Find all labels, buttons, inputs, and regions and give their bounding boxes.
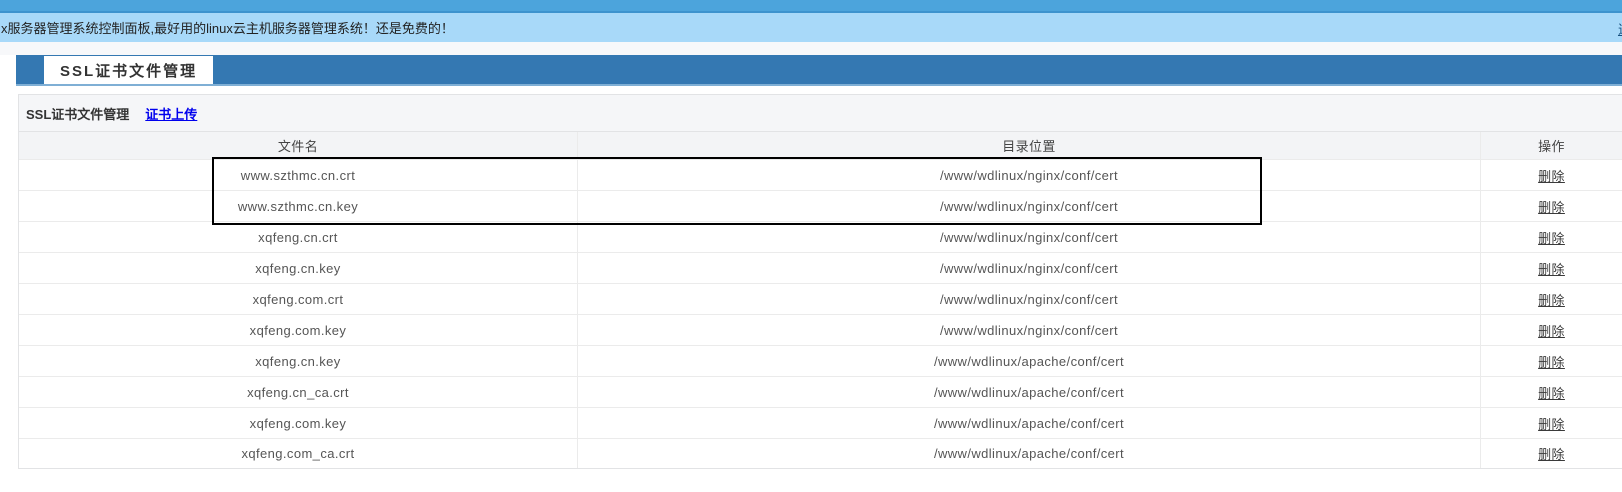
path-cell: /www/wdlinux/apache/conf/cert — [577, 346, 1481, 376]
delete-link[interactable]: 删除 — [1538, 444, 1565, 463]
path-cell: /www/wdlinux/apache/conf/cert — [577, 377, 1481, 407]
file-name-cell: www.szthmc.cn.crt — [19, 160, 577, 190]
file-name-cell: xqfeng.com.crt — [19, 284, 577, 314]
delete-link[interactable]: 删除 — [1538, 228, 1565, 247]
delete-link[interactable]: 删除 — [1538, 290, 1565, 309]
file-name-cell: xqfeng.cn.key — [19, 346, 577, 376]
delete-link[interactable]: 删除 — [1538, 166, 1565, 185]
table-row: www.szthmc.cn.key /www/wdlinux/nginx/con… — [19, 190, 1622, 221]
spacer — [0, 86, 1622, 94]
delete-link[interactable]: 删除 — [1538, 197, 1565, 216]
delete-link[interactable]: 删除 — [1538, 352, 1565, 371]
file-name-cell: xqfeng.cn_ca.crt — [19, 377, 577, 407]
table-row: xqfeng.com.key /www/wdlinux/nginx/conf/c… — [19, 314, 1622, 345]
file-name-cell: xqfeng.cn.crt — [19, 222, 577, 252]
path-cell: /www/wdlinux/nginx/conf/cert — [577, 222, 1481, 252]
page-title: SSL证书文件管理 — [26, 104, 129, 123]
file-name-cell: www.szthmc.cn.key — [19, 191, 577, 221]
banner: x服务器管理系统控制面板,最好用的linux云主机服务器管理系统！还是免费的！ … — [0, 13, 1622, 42]
delete-link[interactable]: 删除 — [1538, 383, 1565, 402]
tab-ssl-cert-management[interactable]: SSL证书文件管理 — [44, 56, 213, 84]
table-row: xqfeng.com.key /www/wdlinux/apache/conf/… — [19, 407, 1622, 438]
banner-text: x服务器管理系统控制面板,最好用的linux云主机服务器管理系统！还是免费的！ — [1, 18, 454, 37]
gap-strip — [0, 42, 1622, 55]
table-row: xqfeng.cn.crt /www/wdlinux/nginx/conf/ce… — [19, 221, 1622, 252]
path-cell: /www/wdlinux/nginx/conf/cert — [577, 253, 1481, 283]
file-name-cell: xqfeng.cn.key — [19, 253, 577, 283]
delete-link[interactable]: 删除 — [1538, 414, 1565, 433]
path-cell: /www/wdlinux/nginx/conf/cert — [577, 284, 1481, 314]
delete-link[interactable]: 删除 — [1538, 321, 1565, 340]
table-row: xqfeng.cn.key /www/wdlinux/nginx/conf/ce… — [19, 252, 1622, 283]
path-cell: /www/wdlinux/apache/conf/cert — [577, 408, 1481, 438]
panel-header: SSL证书文件管理 证书上传 — [19, 94, 1622, 131]
table-row: xqfeng.cn_ca.crt /www/wdlinux/apache/con… — [19, 376, 1622, 407]
browser-top-strip — [0, 0, 1622, 13]
table-row: xqfeng.com_ca.crt /www/wdlinux/apache/co… — [19, 438, 1622, 469]
path-cell: /www/wdlinux/nginx/conf/cert — [577, 191, 1481, 221]
logout-link[interactable]: 退 — [1618, 19, 1622, 38]
table-row: xqfeng.com.crt /www/wdlinux/nginx/conf/c… — [19, 283, 1622, 314]
file-name-cell: xqfeng.com.key — [19, 315, 577, 345]
path-cell: /www/wdlinux/nginx/conf/cert — [577, 315, 1481, 345]
table-row: xqfeng.cn.key /www/wdlinux/apache/conf/c… — [19, 345, 1622, 376]
path-cell: /www/wdlinux/apache/conf/cert — [577, 439, 1481, 468]
table-header-row: 文件名 目录位置 操作 — [19, 131, 1622, 159]
path-cell: /www/wdlinux/nginx/conf/cert — [577, 160, 1481, 190]
file-name-cell: xqfeng.com.key — [19, 408, 577, 438]
column-header-filename: 文件名 — [19, 132, 577, 159]
file-name-cell: xqfeng.com_ca.crt — [19, 439, 577, 468]
table-row: www.szthmc.cn.crt /www/wdlinux/nginx/con… — [19, 159, 1622, 190]
cert-table: 文件名 目录位置 操作 www.szthmc.cn.crt /www/wdlin… — [19, 131, 1622, 469]
delete-link[interactable]: 删除 — [1538, 259, 1565, 278]
column-header-operation: 操作 — [1481, 132, 1622, 159]
navbar: SSL证书文件管理 — [16, 55, 1622, 86]
content-panel: SSL证书文件管理 证书上传 文件名 目录位置 操作 www.szthmc.cn… — [18, 94, 1622, 469]
cert-upload-link[interactable]: 证书上传 — [145, 104, 197, 123]
column-header-path: 目录位置 — [577, 132, 1481, 159]
